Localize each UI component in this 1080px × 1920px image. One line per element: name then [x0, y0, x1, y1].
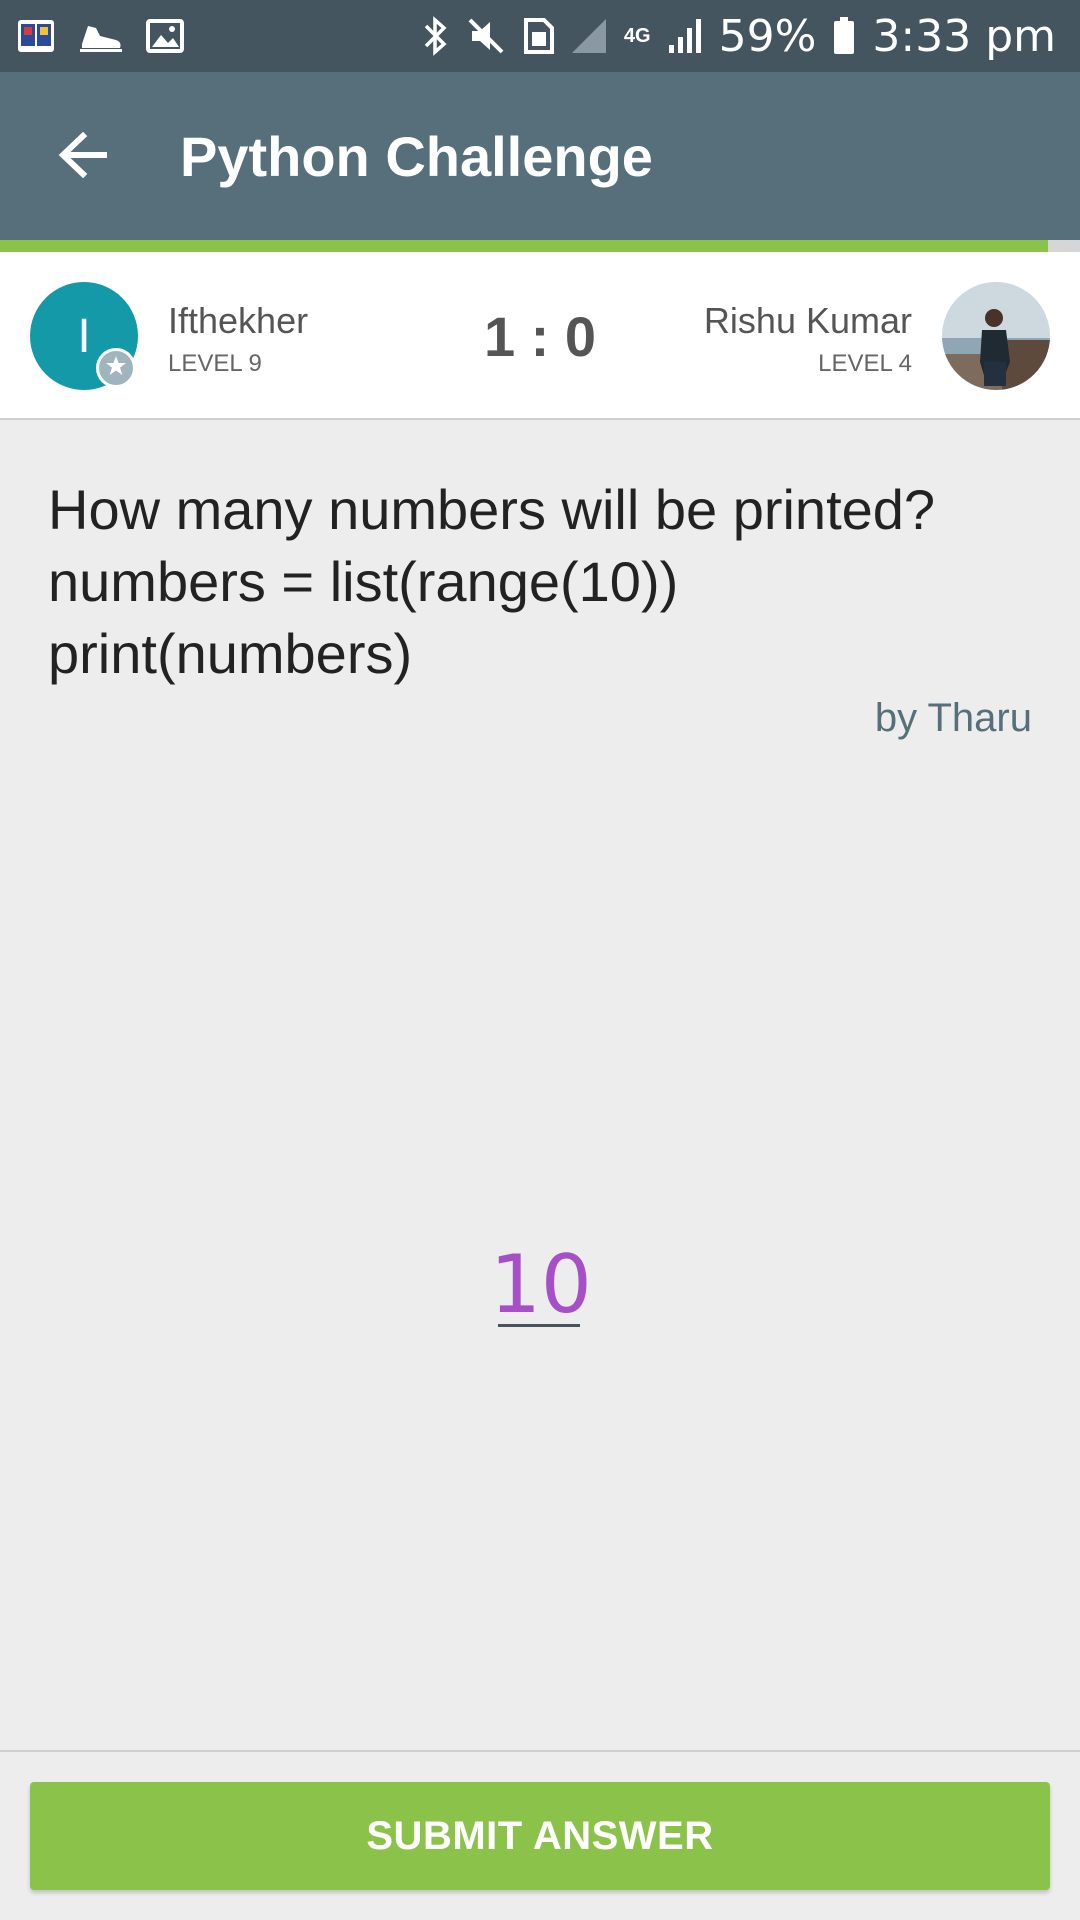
signal-bars-icon	[667, 17, 703, 55]
left-player-level: LEVEL 9	[168, 350, 262, 377]
right-player-level: LEVEL 4	[818, 350, 912, 377]
left-player-name: Ifthekher	[168, 300, 309, 341]
profile-photo-icon	[942, 282, 1050, 390]
back-button[interactable]	[48, 122, 118, 192]
round-progress-fill	[0, 240, 1048, 252]
battery-icon	[832, 16, 856, 56]
question-author: by Tharu	[874, 696, 1032, 740]
round-progress-bar	[0, 240, 1080, 252]
mute-icon	[466, 16, 506, 56]
question-line: print(numbers)	[48, 622, 413, 685]
status-left-icons	[16, 14, 184, 58]
signal-icon	[570, 17, 608, 55]
match-score: 1 : 0	[483, 305, 597, 368]
battery-percent: 59%	[718, 10, 817, 62]
shoe-icon	[78, 18, 124, 54]
avatar-initial: I	[77, 309, 91, 363]
footer-divider	[0, 1750, 1080, 1752]
answer-input[interactable]: 10	[490, 1238, 592, 1331]
right-player-name: Rishu Kumar	[703, 300, 912, 341]
status-bar: 4G 59% 3:33 pm	[0, 0, 1080, 72]
clock: 3:33 pm	[872, 10, 1056, 62]
star-icon	[105, 355, 127, 382]
avatar-right-player[interactable]	[942, 282, 1050, 390]
bluetooth-icon	[420, 16, 450, 56]
answer-underline	[498, 1324, 580, 1327]
app-bar: Python Challenge	[0, 72, 1080, 240]
image-icon	[146, 17, 184, 55]
submit-answer-button[interactable]: SUBMIT ANSWER	[30, 1782, 1050, 1890]
status-right-icons: 4G 59% 3:33 pm	[420, 10, 1056, 62]
arrow-left-icon	[57, 131, 109, 183]
app-book-icon	[16, 16, 56, 56]
question-line: How many numbers will be printed?	[48, 478, 936, 541]
sim-card-icon	[522, 16, 554, 56]
players-header: I Ifthekher LEVEL 9 1 : 0 Rishu Kumar LE…	[0, 252, 1080, 420]
4g-icon: 4G	[623, 25, 651, 47]
star-badge	[96, 348, 136, 388]
question-text: How many numbers will be printed? number…	[48, 474, 1048, 690]
question-line: numbers = list(range(10))	[48, 550, 679, 613]
page-title: Python Challenge	[180, 125, 653, 188]
